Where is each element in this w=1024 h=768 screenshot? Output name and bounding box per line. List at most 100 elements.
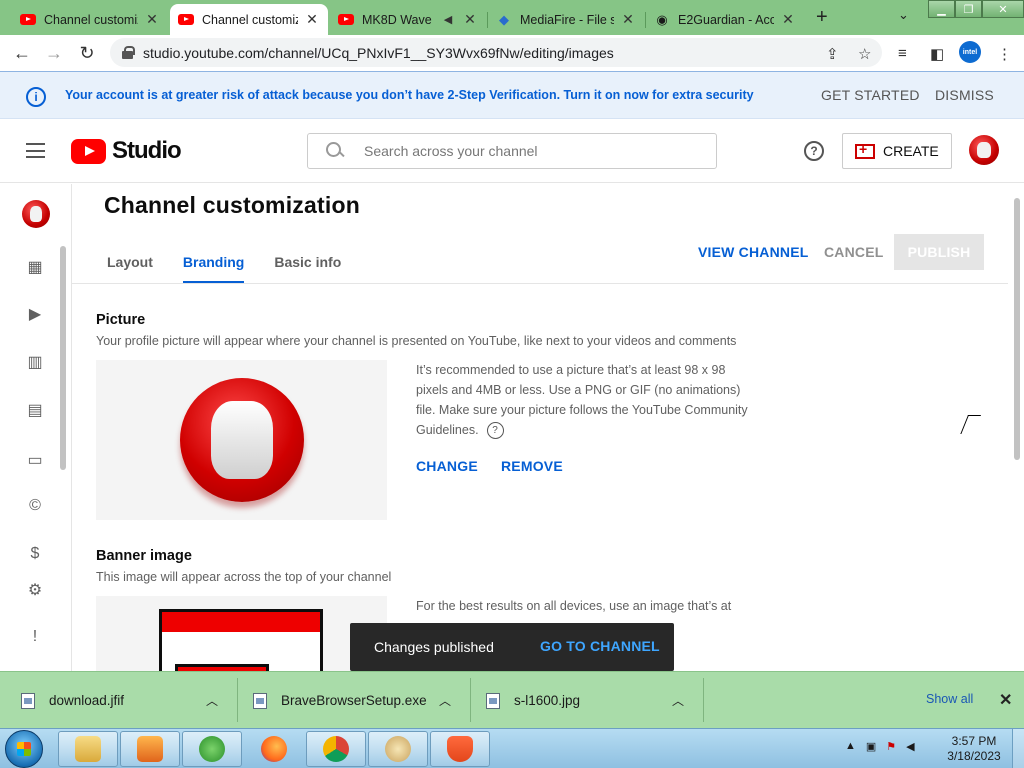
chevron-up-icon[interactable]: ︿: [439, 692, 451, 709]
taskbar-chrome-button[interactable]: [306, 731, 366, 767]
earn-icon[interactable]: $: [25, 544, 45, 564]
browser-tab-strip: Channel customiz ✕ Channel customiz ✕ MK…: [0, 0, 1024, 35]
page-title: Channel customization: [104, 192, 360, 218]
chevron-up-icon[interactable]: ︿: [672, 692, 684, 709]
create-video-icon: [855, 141, 875, 159]
window-controls: ▁ ❐ ✕: [928, 0, 1024, 18]
sidebar-scrollbar[interactable]: [60, 246, 66, 470]
taskbar-paint-button[interactable]: [368, 731, 428, 767]
tab-basic-info[interactable]: Basic info: [259, 240, 356, 284]
download-item[interactable]: s-l1600.jpg ︿: [486, 672, 696, 729]
snackbar-message: Changes published: [374, 639, 494, 655]
show-desktop-button[interactable]: [1012, 729, 1024, 768]
tab-layout[interactable]: Layout: [92, 240, 168, 284]
start-button[interactable]: [5, 730, 43, 768]
volume-icon[interactable]: ◀: [906, 740, 914, 753]
close-icon[interactable]: ✕: [462, 11, 478, 28]
go-to-channel-button[interactable]: GO TO CHANNEL: [540, 638, 660, 654]
browser-tab-4[interactable]: ◆ MediaFire - File sl ✕: [488, 4, 644, 35]
chrome-icon: [323, 736, 349, 762]
picture-section-title: Picture: [96, 312, 146, 328]
account-avatar[interactable]: [969, 135, 999, 165]
analytics-icon[interactable]: ▥: [25, 352, 45, 372]
help-icon[interactable]: ?: [486, 422, 504, 440]
change-picture-button[interactable]: CHANGE: [416, 458, 478, 474]
chevron-up-icon[interactable]: ︿: [206, 692, 218, 709]
tab-branding[interactable]: Branding: [168, 240, 259, 284]
paint-icon: [385, 736, 411, 762]
bookmark-star-icon[interactable]: ☆: [858, 45, 871, 63]
reload-icon[interactable]: ↻: [75, 41, 99, 65]
hamburger-menu-icon[interactable]: [26, 143, 45, 158]
create-button[interactable]: CREATE: [842, 133, 952, 169]
banner-image: [159, 609, 323, 671]
action-center-icon[interactable]: ⚑: [886, 740, 896, 753]
minimize-button[interactable]: ▁: [928, 0, 955, 18]
taskbar-explorer-button[interactable]: [58, 731, 118, 767]
main-scrollbar[interactable]: [1014, 198, 1020, 460]
back-arrow-icon[interactable]: ←: [10, 41, 34, 65]
profile-avatar[interactable]: intel: [959, 41, 981, 63]
url-text: studio.youtube.com/channel/UCq_PNxIvF1__…: [143, 44, 614, 61]
cancel-button[interactable]: CANCEL: [824, 244, 884, 260]
banner-section-description: This image will appear across the top of…: [96, 570, 392, 584]
download-item[interactable]: download.jfif ︿: [21, 672, 231, 729]
view-channel-button[interactable]: VIEW CHANNEL: [698, 244, 809, 260]
close-icon[interactable]: ✕: [780, 11, 796, 28]
dashboard-icon[interactable]: ▦: [25, 257, 45, 277]
browser-tab-5[interactable]: ◉ E2Guardian - Acc ✕: [646, 4, 804, 35]
content-icon[interactable]: ▶: [25, 304, 45, 324]
search-input[interactable]: Search across your channel: [307, 133, 717, 169]
download-filename: s-l1600.jpg: [514, 693, 581, 708]
browser-tab-2[interactable]: Channel customiz ✕: [170, 4, 328, 35]
close-icon[interactable]: ✕: [144, 11, 160, 28]
feedback-icon[interactable]: !: [25, 627, 45, 647]
taskbar-media-button[interactable]: [120, 731, 180, 767]
side-panel-icon[interactable]: ◧: [930, 45, 944, 63]
browser-tab-3[interactable]: MK8D Wave ◀ ✕: [330, 4, 486, 35]
browser-tab-1[interactable]: Channel customiz ✕: [12, 4, 168, 35]
channel-avatar[interactable]: [22, 200, 50, 228]
get-started-button[interactable]: GET STARTED: [821, 87, 920, 103]
close-icon[interactable]: ✕: [304, 11, 320, 28]
publish-button[interactable]: PUBLISH: [894, 234, 984, 270]
banner-image-preview: [96, 596, 387, 671]
youtube-studio-logo[interactable]: Studio: [71, 137, 182, 165]
menu-kebab-icon[interactable]: ⋮: [997, 45, 1012, 63]
studio-header: Studio Search across your channel ? CREA…: [0, 119, 1024, 183]
lock-icon[interactable]: [122, 46, 135, 59]
taskbar-intel-button[interactable]: [182, 731, 242, 767]
share-icon[interactable]: ⇪: [826, 45, 839, 63]
close-icon[interactable]: ✕: [620, 11, 636, 28]
speaker-icon[interactable]: ◀: [440, 13, 456, 26]
show-all-downloads-link[interactable]: Show all: [926, 692, 973, 706]
settings-gear-icon[interactable]: ⚙: [25, 580, 45, 600]
tabs-divider: [72, 283, 1008, 284]
address-bar[interactable]: studio.youtube.com/channel/UCq_PNxIvF1__…: [110, 38, 882, 67]
close-icon[interactable]: ✕: [999, 690, 1012, 710]
window-close-button[interactable]: ✕: [982, 0, 1024, 18]
subtitles-icon[interactable]: ▭: [25, 450, 45, 470]
tab-search-chevron-icon[interactable]: ⌄: [898, 7, 909, 23]
taskbar-brave-button[interactable]: [430, 731, 490, 767]
taskbar-firefox-button[interactable]: [244, 731, 304, 767]
remove-picture-button[interactable]: REMOVE: [501, 458, 563, 474]
help-icon[interactable]: ?: [804, 141, 824, 161]
new-tab-button[interactable]: +: [816, 6, 828, 29]
youtube-icon: [20, 12, 36, 28]
maximize-button[interactable]: ❐: [955, 0, 982, 18]
copyright-icon[interactable]: ©: [25, 496, 45, 516]
media-queue-icon[interactable]: ≡: [898, 45, 907, 62]
download-item[interactable]: BraveBrowserSetup.exe ︿: [253, 672, 463, 729]
download-divider: [703, 678, 704, 722]
profile-picture-preview: [96, 360, 387, 520]
dismiss-button[interactable]: DISMISS: [935, 87, 994, 103]
tab-title: MK8D Wave: [362, 12, 432, 27]
taskbar-clock[interactable]: 3:57 PM 3/18/2023: [944, 734, 1004, 764]
image-file-icon: [21, 692, 35, 709]
tray-expand-icon[interactable]: ▲: [845, 740, 856, 753]
forward-arrow-icon[interactable]: →: [42, 41, 66, 65]
download-shelf: download.jfif ︿ BraveBrowserSetup.exe ︿ …: [0, 671, 1024, 728]
comments-icon[interactable]: ▤: [25, 400, 45, 420]
network-icon[interactable]: ▣: [866, 740, 876, 753]
